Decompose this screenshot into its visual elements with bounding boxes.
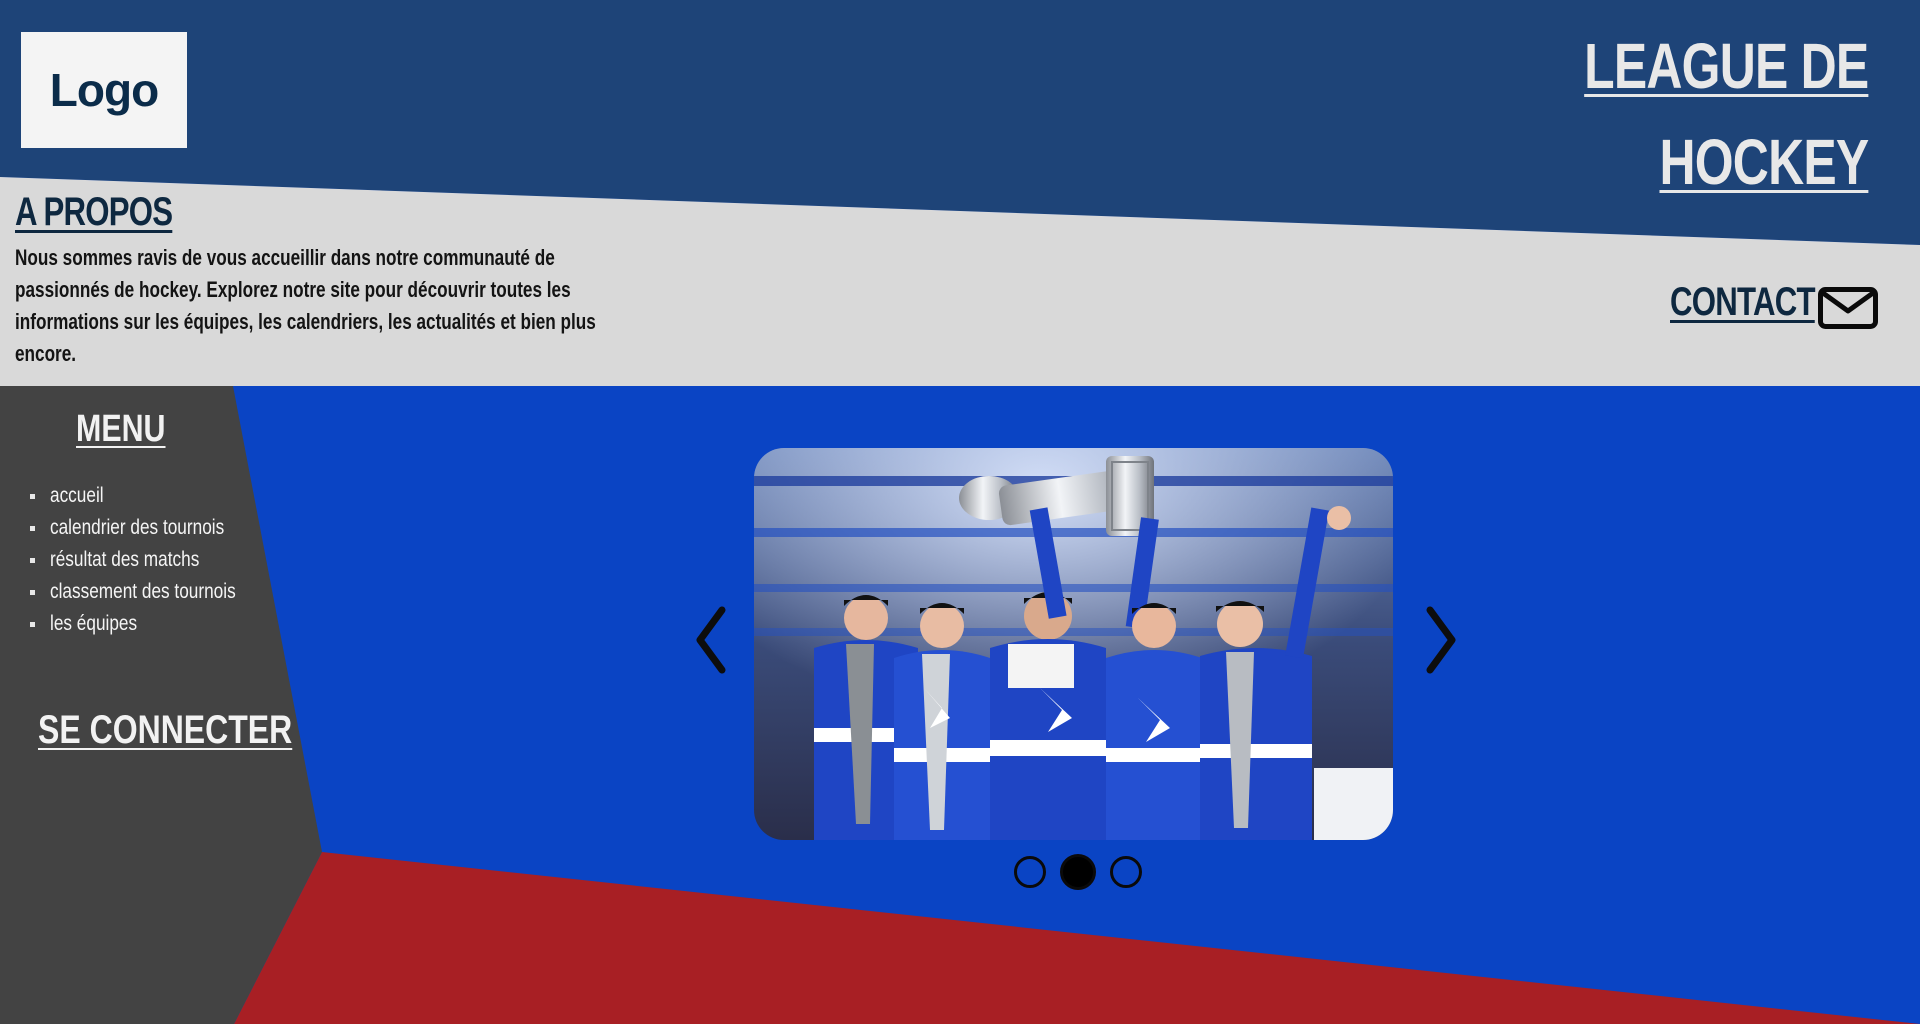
site-title[interactable]: LEAGUE DE HOCKEY [1583,18,1869,210]
sidebar-item-label[interactable]: résultat des matchs [50,544,199,576]
about-title[interactable]: A PROPOS [15,190,173,235]
site-title-line2: HOCKEY [1659,126,1869,198]
carousel-next-arrow-icon[interactable] [1420,604,1460,676]
about-text: Nous sommes ravis de vous accueillir dan… [15,245,596,366]
sidebar-item-label[interactable]: classement des tournois [50,576,236,608]
contact-label: CONTACT [1670,280,1816,324]
sidebar-item-classement[interactable]: classement des tournois [28,576,276,608]
bullet-icon [30,622,35,627]
bullet-icon [30,558,35,563]
logo-label: Logo [49,64,159,116]
carousel-dot-2[interactable] [1060,854,1096,890]
sidebar-item-calendrier[interactable]: calendrier des tournois [28,512,276,544]
logo[interactable]: Logo [21,32,187,148]
menu-title: MENU [76,408,166,450]
sidebar-item-label[interactable]: les équipes [50,608,137,640]
sidebar-menu: accueil calendrier des tournois résultat… [28,480,276,640]
sidebar-item-resultats[interactable]: résultat des matchs [28,544,276,576]
sidebar-item-equipes[interactable]: les équipes [28,608,276,640]
sidebar-item-label[interactable]: calendrier des tournois [50,512,224,544]
carousel-slide-image[interactable] [754,448,1393,840]
login-link[interactable]: SE CONNECTER [38,708,292,753]
site-title-line1: LEAGUE DE [1583,30,1869,102]
bullet-icon [30,526,35,531]
carousel-dot-3[interactable] [1110,856,1142,888]
carousel-dot-1[interactable] [1014,856,1046,888]
contact-link[interactable]: CONTACT [1670,280,1878,329]
mail-icon [1818,287,1878,329]
sidebar-item-accueil[interactable]: accueil [28,480,276,512]
bullet-icon [30,494,35,499]
carousel-prev-arrow-icon[interactable] [692,604,732,676]
hockey-celebration-photo [754,448,1393,840]
sidebar-item-label[interactable]: accueil [50,480,104,512]
bullet-icon [30,590,35,595]
